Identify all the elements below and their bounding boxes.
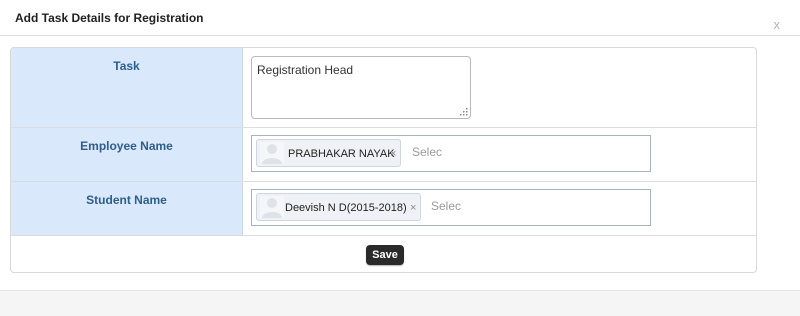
resize-grip-icon[interactable]	[460, 108, 468, 116]
employee-chip: PRABHAKAR NAYAK ×	[256, 139, 401, 167]
student-label: Student Name	[11, 182, 243, 235]
user-avatar-icon	[260, 196, 284, 218]
student-search-input[interactable]: Selec	[431, 199, 461, 213]
employee-chip-label: PRABHAKAR NAYAK	[288, 148, 395, 160]
user-avatar-icon	[260, 142, 284, 164]
remove-employee-icon[interactable]: ×	[390, 148, 396, 160]
task-label: Task	[11, 48, 243, 127]
task-textarea[interactable]: Registration Head	[251, 56, 471, 119]
student-chip: Deevish N D(2015-2018) ×	[256, 193, 421, 221]
student-select[interactable]: Deevish N D(2015-2018) × Selec	[251, 189, 651, 226]
employee-select[interactable]: PRABHAKAR NAYAK × Selec	[251, 135, 651, 172]
employee-label: Employee Name	[11, 128, 243, 181]
employee-search-input[interactable]: Selec	[412, 145, 442, 159]
dialog-title: Add Task Details for Registration	[15, 11, 204, 25]
task-row: Task Registration Head	[11, 48, 756, 128]
save-button[interactable]: Save	[366, 245, 404, 265]
save-row: Save	[11, 236, 756, 272]
employee-row: Employee Name PRABHAKAR NAYAK × Selec	[11, 128, 756, 182]
dialog-header: Add Task Details for Registration x	[0, 0, 800, 36]
task-value: Registration Head	[257, 63, 354, 77]
student-chip-label: Deevish N D(2015-2018)	[285, 202, 407, 214]
dialog-footer	[0, 290, 800, 316]
student-row: Student Name Deevish N D(2015-2018) × Se…	[11, 182, 756, 236]
remove-student-icon[interactable]: ×	[410, 202, 416, 214]
close-icon[interactable]: x	[774, 18, 781, 31]
task-form: Task Registration Head Employee Name PRA…	[10, 47, 757, 273]
